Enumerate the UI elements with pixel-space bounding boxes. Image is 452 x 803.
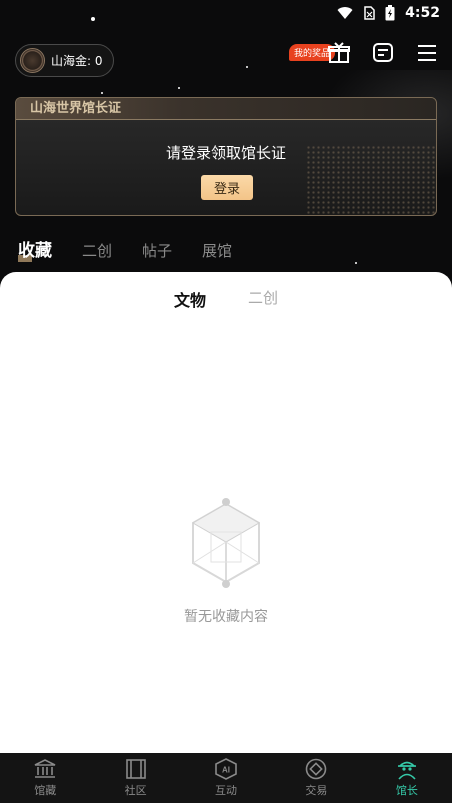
content-panel: 文物 二创 暂无收藏内容 [0, 272, 452, 753]
sub-tabs: 文物 二创 [0, 287, 452, 311]
nav-label-museum: 馆藏 [34, 784, 57, 797]
nav-item-community[interactable]: 社区 [90, 753, 180, 803]
login-button[interactable]: 登录 [201, 175, 253, 200]
tab-derivative[interactable]: 二创 [82, 240, 112, 261]
nav-item-museum[interactable]: 馆藏 [0, 753, 90, 803]
nav-label-trade: 交易 [305, 784, 328, 797]
coin-icon [306, 758, 327, 780]
svg-text:AI: AI [222, 766, 230, 775]
shanhai-coin-balance[interactable]: 山海金: 0 [15, 44, 114, 77]
scroll-icon [125, 759, 146, 779]
subtab-derivative[interactable]: 二创 [248, 287, 278, 311]
empty-box-icon [191, 498, 261, 588]
status-bar: 4:52 [0, 0, 452, 26]
sim-card-icon [364, 6, 375, 20]
star-decoration [101, 92, 103, 94]
tab-collection[interactable]: 收藏 [18, 236, 52, 262]
curator-card: 山海世界馆长证 请登录领取馆长证 登录 [15, 97, 437, 216]
wifi-icon [337, 7, 353, 20]
nav-item-trade[interactable]: 交易 [271, 753, 361, 803]
coin-icon [20, 48, 45, 73]
star-decoration [178, 87, 180, 89]
nav-item-curator[interactable]: 馆长 [362, 753, 452, 803]
subtab-artifacts[interactable]: 文物 [173, 287, 206, 311]
nav-item-interact[interactable]: AI 互动 [181, 753, 271, 803]
battery-charging-icon [385, 5, 395, 21]
nav-label-curator: 馆长 [395, 784, 418, 797]
nav-label-community: 社区 [124, 784, 147, 797]
main-tabs: 收藏 二创 帖子 展馆 [18, 236, 232, 262]
tab-exhibition[interactable]: 展馆 [202, 240, 232, 261]
tab-posts[interactable]: 帖子 [142, 240, 172, 261]
ai-icon: AI [215, 758, 237, 780]
star-decoration [355, 262, 357, 264]
coin-balance-label: 山海金: 0 [51, 54, 103, 68]
curator-icon [397, 761, 416, 780]
header-actions [328, 42, 438, 64]
empty-state-text: 暂无收藏内容 [184, 609, 268, 625]
message-icon[interactable] [372, 42, 394, 64]
bottom-nav: 馆藏 社区 AI 互动 交易 馆长 [0, 753, 452, 803]
menu-icon[interactable] [416, 42, 438, 64]
status-time: 4:52 [405, 5, 440, 21]
star-decoration [246, 66, 248, 68]
login-prompt: 请登录领取馆长证 [165, 144, 286, 162]
star-decoration [91, 17, 95, 21]
museum-icon [34, 759, 56, 778]
nav-label-interact: 互动 [215, 784, 238, 797]
card-title: 山海世界馆长证 [16, 98, 436, 120]
gift-icon[interactable] [328, 42, 350, 64]
